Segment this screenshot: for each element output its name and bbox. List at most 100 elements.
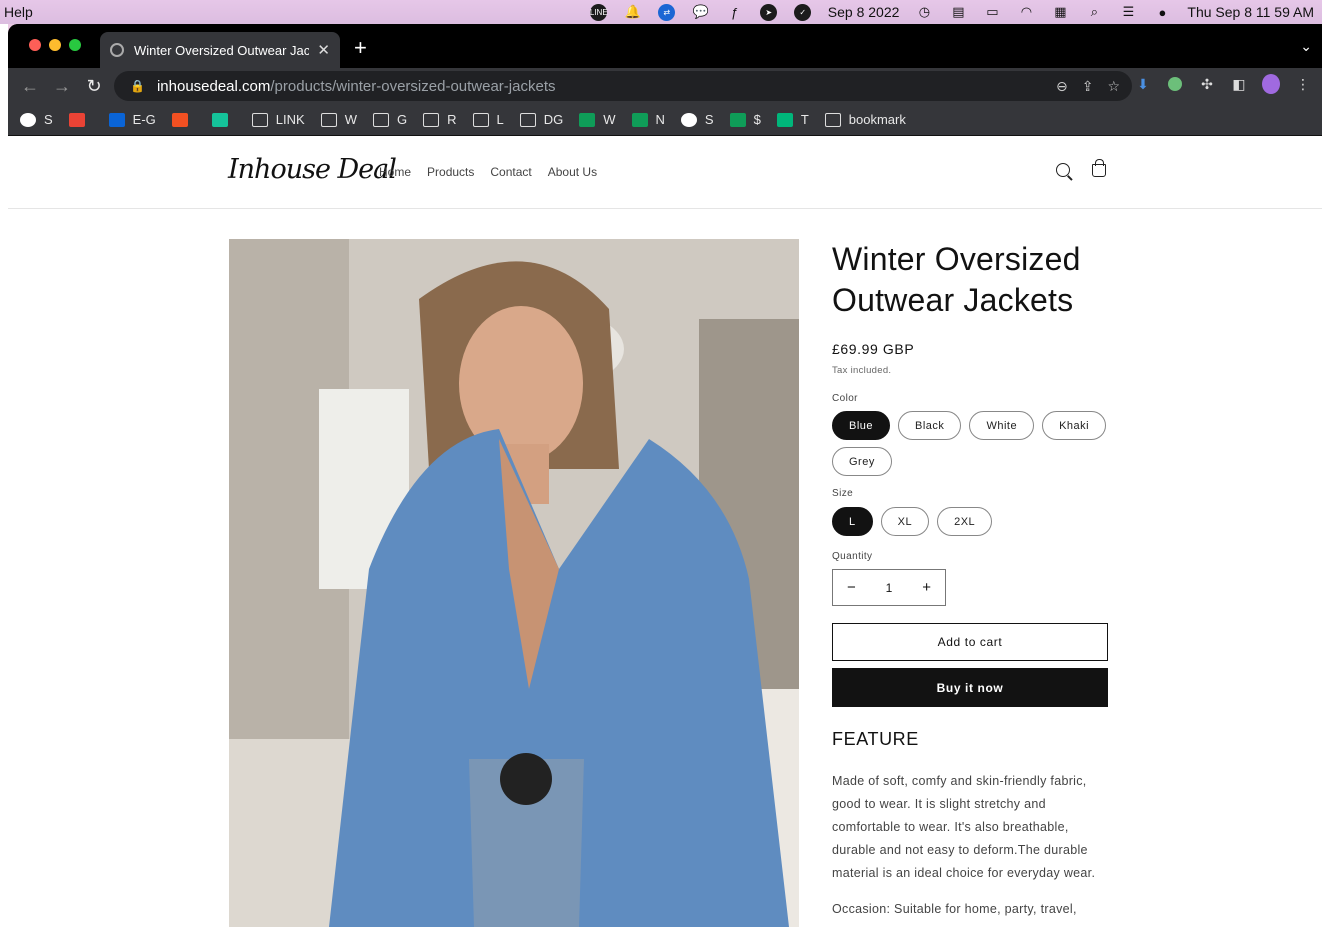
- bookmark-item[interactable]: [171, 112, 196, 127]
- main-nav: Home Products Contact About Us: [379, 165, 597, 179]
- bookmarks-bar: S E-G LINK W G R L DG W N S $ Tbookmark: [8, 104, 1322, 136]
- bookmark-star-icon[interactable]: ☆: [1107, 78, 1120, 95]
- color-option-black[interactable]: Black: [898, 411, 962, 440]
- folder-icon: [320, 112, 337, 127]
- puzzle-extensions-icon[interactable]: ✣: [1198, 75, 1216, 93]
- star-icon: [776, 112, 793, 127]
- wechat-icon[interactable]: 💬: [684, 0, 718, 24]
- product-price: £69.99 GBP: [832, 341, 915, 357]
- bookmark-item[interactable]: G: [372, 112, 407, 127]
- script-icon[interactable]: ƒ: [718, 0, 752, 24]
- share-icon[interactable]: ⇪: [1082, 78, 1094, 95]
- download-extension-icon[interactable]: ⬇: [1134, 75, 1152, 93]
- bookmark-label: R: [447, 112, 457, 127]
- bookmark-item[interactable]: LINK: [251, 112, 305, 127]
- close-window-button[interactable]: [29, 39, 41, 51]
- zoom-window-button[interactable]: [69, 39, 81, 51]
- zoom-out-icon[interactable]: ⊖: [1056, 78, 1068, 95]
- product-title: Winter Oversized Outwear Jackets: [832, 241, 1081, 318]
- control-center-icon[interactable]: ☰: [1111, 0, 1145, 24]
- sheets-icon: [579, 112, 596, 127]
- bookmark-item[interactable]: R: [423, 112, 457, 127]
- nav-link-products[interactable]: Products: [427, 165, 474, 179]
- checkmark-icon[interactable]: ✓: [786, 0, 820, 24]
- cart-icon[interactable]: [1092, 159, 1106, 177]
- memory-icon[interactable]: ▦: [1043, 0, 1077, 24]
- bookmark-label: W: [603, 112, 616, 127]
- color-option-khaki[interactable]: Khaki: [1042, 411, 1107, 440]
- green-circle-extension-icon[interactable]: [1166, 75, 1184, 93]
- siri-icon[interactable]: ●: [1145, 0, 1179, 24]
- tab-title: Winter Oversized Outwear Jackets: [134, 42, 310, 58]
- bookmark-label: T: [800, 112, 809, 127]
- tax-note: Tax included.: [832, 365, 892, 376]
- bookmark-item[interactable]: [211, 112, 236, 127]
- nav-link-about-us[interactable]: About Us: [548, 165, 597, 179]
- gmail-icon: [68, 112, 85, 127]
- menu-help[interactable]: Help: [4, 4, 33, 20]
- address-bar[interactable]: 🔒 inhousedeal.com/products/winter-oversi…: [114, 71, 1132, 101]
- bookmark-label: S: [44, 112, 53, 127]
- increase-quantity-button[interactable]: +: [922, 579, 931, 596]
- extensions-area: ⬇ ✣ ◧ ⋮: [1134, 74, 1312, 94]
- bookmark-item[interactable]: L: [472, 112, 504, 127]
- bookmark-item[interactable]: bookmark: [824, 112, 906, 127]
- side-panel-icon[interactable]: ◧: [1230, 75, 1248, 93]
- bookmark-item[interactable]: $: [729, 112, 761, 127]
- lock-icon[interactable]: 🔒: [130, 79, 145, 93]
- url-host: inhousedeal.com: [156, 77, 271, 95]
- product-image[interactable]: [229, 239, 799, 927]
- size-option-xl[interactable]: XL: [880, 507, 930, 536]
- color-option-blue[interactable]: Blue: [832, 411, 891, 440]
- outlook-icon: [108, 112, 125, 127]
- bookmark-item[interactable]: S: [20, 112, 53, 127]
- size-option-2xl[interactable]: 2XL: [937, 507, 993, 536]
- nav-link-contact[interactable]: Contact: [490, 165, 531, 179]
- size-option-l[interactable]: L: [832, 507, 873, 536]
- back-button[interactable]: ←: [14, 76, 46, 97]
- site-logo[interactable]: Inhouse Deal: [228, 154, 397, 185]
- date-widget[interactable]: Sep 8 2022: [820, 4, 908, 20]
- search-icon[interactable]: [1056, 163, 1070, 177]
- close-tab-icon[interactable]: ✕: [317, 41, 330, 59]
- microsoft-icon: [171, 112, 188, 127]
- bookmark-item[interactable]: S: [680, 112, 714, 127]
- us-flag-icon[interactable]: ▤: [941, 0, 975, 24]
- bookmark-item[interactable]: DG: [519, 112, 563, 127]
- teamviewer-icon[interactable]: ⇄: [650, 0, 684, 24]
- quantity-input[interactable]: 1: [886, 581, 893, 595]
- new-tab-button[interactable]: +: [354, 37, 367, 59]
- reload-button[interactable]: ↻: [78, 76, 110, 97]
- forward-button[interactable]: →: [46, 76, 78, 97]
- color-option-grey[interactable]: Grey: [832, 447, 892, 476]
- nav-link-home[interactable]: Home: [379, 165, 411, 179]
- spotlight-search-icon[interactable]: ⌕: [1077, 0, 1111, 24]
- bookmark-item[interactable]: W: [320, 112, 357, 127]
- battery-icon[interactable]: ▭: [975, 0, 1009, 24]
- browser-window: Winter Oversized Outwear Jackets ✕ + ⌄ ←…: [8, 24, 1322, 927]
- web-page: Inhouse Deal Home Products Contact About Us: [8, 136, 1322, 927]
- tab-search-icon[interactable]: ⌄: [1300, 38, 1312, 55]
- bookmark-item[interactable]: T: [776, 112, 809, 127]
- bookmark-label: LINK: [275, 112, 305, 127]
- line-app-icon[interactable]: LINE: [582, 0, 616, 24]
- direction-icon[interactable]: ➤: [752, 0, 786, 24]
- color-option-white[interactable]: White: [969, 411, 1035, 440]
- bookmark-label: E-G: [132, 112, 156, 127]
- bookmark-item[interactable]: [68, 112, 93, 127]
- add-to-cart-button[interactable]: Add to cart: [832, 623, 1108, 661]
- more-menu-icon[interactable]: ⋮: [1294, 75, 1312, 93]
- profile-avatar[interactable]: [1262, 74, 1280, 94]
- notification-bell-icon[interactable]: 🔔: [616, 0, 650, 24]
- browser-tab[interactable]: Winter Oversized Outwear Jackets ✕: [100, 32, 340, 68]
- buy-now-button[interactable]: Buy it now: [832, 668, 1108, 707]
- bookmark-item[interactable]: E-G: [108, 112, 156, 127]
- globe-icon: [680, 112, 697, 127]
- time-machine-icon[interactable]: ◷: [907, 0, 941, 24]
- wifi-icon[interactable]: ◠: [1009, 0, 1043, 24]
- bookmark-item[interactable]: W: [579, 112, 616, 127]
- bookmark-item[interactable]: N: [631, 112, 665, 127]
- minimize-window-button[interactable]: [49, 39, 61, 51]
- clock[interactable]: Thu Sep 8 11 59 AM: [1179, 4, 1322, 20]
- decrease-quantity-button[interactable]: −: [847, 579, 856, 596]
